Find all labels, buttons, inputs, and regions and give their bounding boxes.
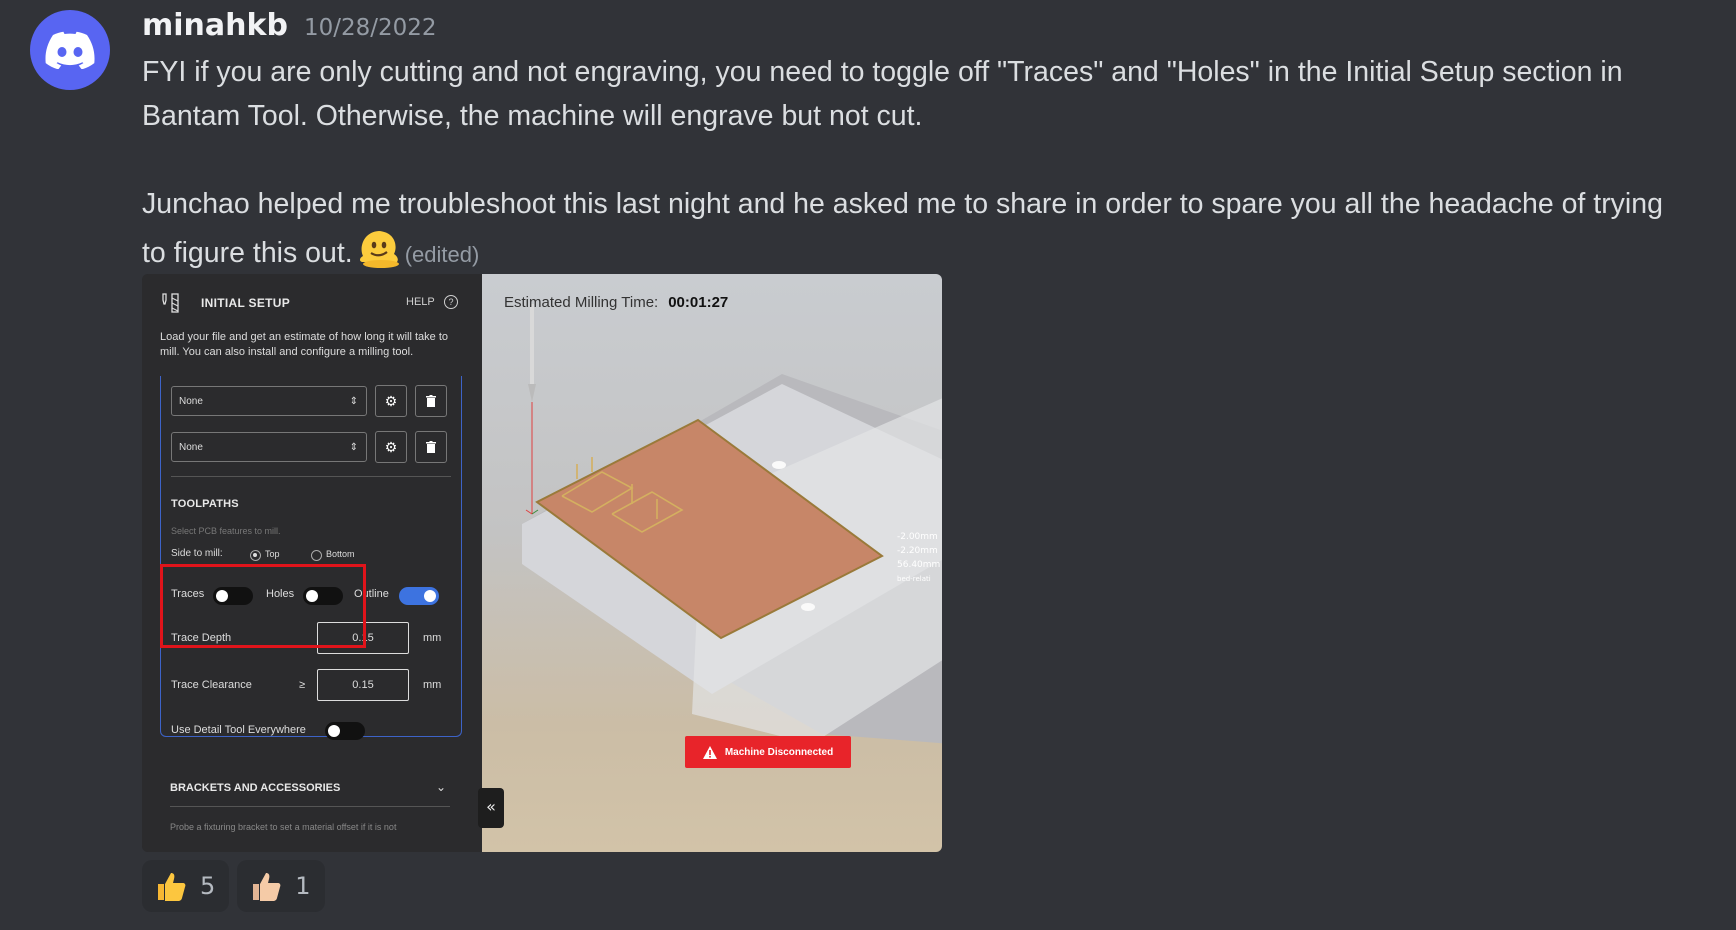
tool-settings-button-1[interactable]: ⚙	[375, 385, 407, 417]
tool-settings-button-2[interactable]: ⚙	[375, 431, 407, 463]
message-timestamp[interactable]: 10/28/2022	[304, 15, 437, 41]
discord-logo-icon	[45, 31, 95, 69]
outline-toggle[interactable]	[399, 587, 439, 605]
tool-select-1[interactable]: None ⇕	[171, 386, 367, 416]
divider	[171, 476, 451, 477]
thumbs-up-light-skin-icon	[253, 873, 281, 901]
panel-header: INITIAL SETUP HELP ?	[142, 274, 482, 330]
warning-icon	[702, 745, 717, 759]
toolpaths-description: Select PCB features to mill.	[171, 526, 281, 536]
dim-label-2: -2.20mm	[897, 546, 938, 556]
detail-tool-toggle[interactable]	[325, 722, 365, 740]
brackets-accordion-title[interactable]: BRACKETS AND ACCESSORIES	[170, 782, 340, 794]
radio-bottom-label: Bottom	[326, 549, 355, 559]
machine-status-text: Machine Disconnected	[724, 746, 834, 758]
trace-clearance-input[interactable]: 0.15	[317, 669, 409, 701]
updown-arrows-icon: ⇕	[349, 442, 358, 453]
radio-bottom[interactable]	[311, 550, 322, 561]
thumbs-up-icon	[158, 873, 186, 901]
gear-icon: ⚙	[384, 392, 398, 409]
reactions-bar: 5 1	[142, 860, 325, 912]
side-to-mill-label: Side to mill:	[171, 548, 223, 559]
collapse-panel-button[interactable]: «	[478, 788, 504, 828]
est-time-label: Estimated Milling Time:	[504, 294, 659, 311]
radio-top-label: Top	[265, 549, 280, 559]
gear-icon: ⚙	[384, 438, 398, 455]
reaction-count: 5	[200, 872, 216, 900]
trace-clearance-unit: mm	[423, 679, 442, 691]
setup-section: None ⇕ ⚙ None ⇕ ⚙ TOOLPATHS Select PCB fea…	[160, 376, 462, 740]
machine-status-banner[interactable]: Machine Disconnected	[685, 736, 851, 768]
chevron-down-icon[interactable]: ⌄	[436, 780, 446, 794]
message-paragraph-2: Junchao helped me troubleshoot this last…	[142, 182, 1682, 283]
tool-select-2[interactable]: None ⇕	[171, 432, 367, 462]
help-link[interactable]: HELP	[406, 296, 435, 308]
trace-depth-unit: mm	[423, 632, 442, 644]
dimension-labels: -2.00mm -2.20mm 56.40mm bed-relati	[897, 530, 940, 586]
updown-arrows-icon: ⇕	[349, 396, 358, 407]
reaction-thumbs-up-light[interactable]: 1	[237, 860, 325, 912]
panel-title: INITIAL SETUP	[201, 296, 291, 310]
initial-setup-panel: INITIAL SETUP HELP ? Load your file and …	[142, 274, 482, 852]
tool-delete-button-2[interactable]	[415, 431, 447, 463]
reaction-count: 1	[295, 872, 311, 900]
tool-select-2-value: None	[179, 442, 203, 453]
divider	[170, 806, 450, 807]
milling-tool-icon	[160, 292, 182, 319]
message-header: minahkb 10/28/2022	[142, 8, 437, 43]
radio-top[interactable]	[250, 550, 261, 561]
user-avatar[interactable]	[30, 10, 110, 90]
estimated-milling-time: Estimated Milling Time: 00:01:27	[504, 294, 728, 311]
help-circle-icon[interactable]: ?	[444, 295, 458, 309]
toolpaths-title: TOOLPATHS	[171, 498, 239, 510]
message-body: FYI if you are only cutting and not engr…	[142, 50, 1682, 283]
trace-clearance-label: Trace Clearance	[171, 679, 252, 691]
trash-icon	[426, 441, 436, 453]
reaction-thumbs-up[interactable]: 5	[142, 860, 230, 912]
dim-label-1: -2.00mm	[897, 532, 938, 542]
est-time-value: 00:01:27	[668, 294, 729, 311]
tool-select-1-value: None	[179, 396, 203, 407]
dim-label-3: 56.40mm	[897, 560, 941, 570]
3d-viewport[interactable]: Estimated Milling Time: 00:01:27 -2.00mm …	[482, 274, 942, 852]
username[interactable]: minahkb	[142, 8, 288, 43]
tool-delete-button-1[interactable]	[415, 385, 447, 417]
highlight-annotation	[160, 564, 366, 648]
trash-icon	[426, 395, 436, 407]
brackets-description: Probe a fixturing bracket to set a mater…	[170, 822, 397, 832]
dim-label-4: bed-relati	[897, 575, 931, 583]
message-paragraph-1: FYI if you are only cutting and not engr…	[142, 56, 1623, 132]
edited-label: (edited)	[404, 242, 480, 268]
detail-tool-label: Use Detail Tool Everywhere	[171, 724, 306, 736]
panel-description: Load your file and get an estimate of ho…	[160, 331, 449, 358]
image-attachment[interactable]: INITIAL SETUP HELP ? Load your file and …	[142, 274, 942, 852]
trace-clearance-operator: ≥	[299, 679, 306, 691]
